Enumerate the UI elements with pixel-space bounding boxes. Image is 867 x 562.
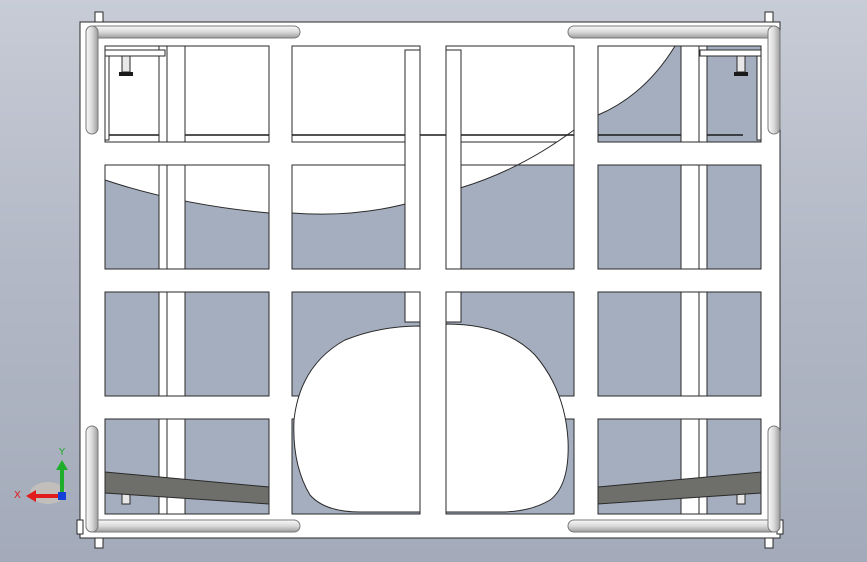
axis-triad: Y X xyxy=(14,447,68,504)
x-axis-label: X xyxy=(14,490,21,501)
z-axis-marker xyxy=(58,492,66,500)
y-axis-label: Y xyxy=(58,447,66,458)
graphics-viewport[interactable]: Y X xyxy=(0,0,867,562)
